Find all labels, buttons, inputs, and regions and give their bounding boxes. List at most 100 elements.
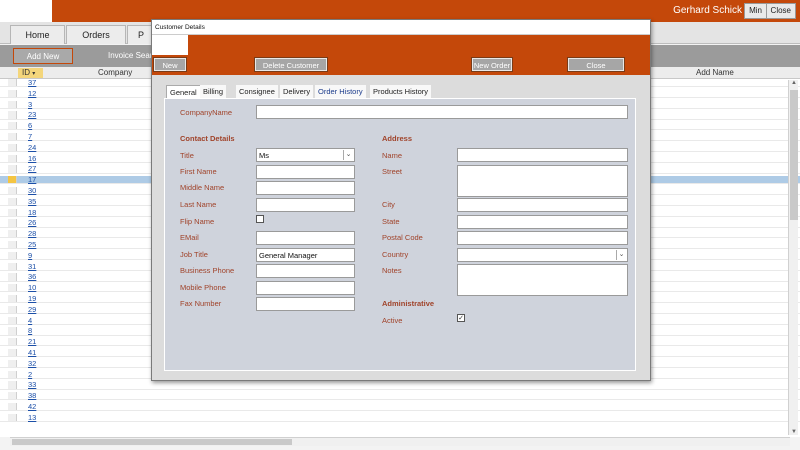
row-selector[interactable] <box>8 338 17 346</box>
tab-delivery[interactable]: Delivery <box>280 85 314 98</box>
tab-home[interactable]: Home <box>10 25 65 44</box>
table-row[interactable]: 42 <box>0 402 800 412</box>
column-header-add-name[interactable]: Add Name <box>696 68 734 77</box>
scroll-down-icon[interactable]: ▼ <box>791 429 797 435</box>
row-id-link[interactable]: 4 <box>28 316 32 325</box>
row-id-link[interactable]: 41 <box>28 348 36 357</box>
column-header-company[interactable]: Company <box>98 68 132 77</box>
state-field[interactable] <box>457 215 628 229</box>
first-name-field[interactable] <box>256 165 355 179</box>
row-id-link[interactable]: 36 <box>28 272 36 281</box>
tab-consignee[interactable]: Consignee <box>236 85 278 98</box>
row-id-link[interactable]: 33 <box>28 380 36 389</box>
business-phone-field[interactable] <box>256 264 355 278</box>
row-selector[interactable] <box>8 273 17 281</box>
row-selector[interactable] <box>8 295 17 303</box>
row-selector[interactable] <box>8 349 17 357</box>
row-id-link[interactable]: 42 <box>28 402 36 411</box>
row-selector[interactable] <box>8 154 17 162</box>
row-id-link[interactable]: 10 <box>28 283 36 292</box>
row-id-link[interactable]: 24 <box>28 143 36 152</box>
row-selector[interactable] <box>8 241 17 249</box>
row-id-link[interactable]: 37 <box>28 78 36 87</box>
row-id-link[interactable]: 13 <box>28 413 36 422</box>
notes-field[interactable] <box>457 264 628 296</box>
tab-order-history[interactable]: Order History <box>315 85 366 98</box>
column-header-id[interactable]: ID ▾ <box>18 68 43 78</box>
row-id-link[interactable]: 7 <box>28 132 32 141</box>
row-id-link[interactable]: 32 <box>28 359 36 368</box>
fax-number-field[interactable] <box>256 297 355 311</box>
row-id-link[interactable]: 19 <box>28 294 36 303</box>
scroll-up-icon[interactable]: ▲ <box>791 80 797 86</box>
postal-code-field[interactable] <box>457 231 628 245</box>
title-select[interactable]: Ms ⌄ <box>256 148 355 162</box>
row-selector[interactable] <box>8 251 17 260</box>
row-id-link[interactable]: 12 <box>28 89 36 98</box>
add-new-button[interactable]: Add New <box>13 48 73 64</box>
new-order-button[interactable]: New Order <box>471 57 513 72</box>
row-id-link[interactable]: 38 <box>28 391 36 400</box>
row-selector[interactable] <box>8 197 17 206</box>
row-id-link[interactable]: 21 <box>28 337 36 346</box>
table-row[interactable]: 13 <box>0 413 800 423</box>
country-select[interactable]: ⌄ <box>457 248 628 262</box>
row-id-link[interactable]: 17 <box>28 175 36 184</box>
row-selector[interactable] <box>8 111 17 119</box>
active-checkbox[interactable]: ✓ <box>457 314 465 322</box>
row-selector[interactable] <box>8 100 17 108</box>
row-selector[interactable] <box>8 305 17 314</box>
row-selector[interactable] <box>8 230 17 238</box>
minimize-button[interactable]: Min <box>744 3 767 19</box>
row-id-link[interactable]: 29 <box>28 305 36 314</box>
row-selector[interactable] <box>8 381 17 389</box>
row-id-link[interactable]: 26 <box>28 218 36 227</box>
company-name-field[interactable] <box>256 105 628 119</box>
tab-general[interactable]: General <box>166 85 201 98</box>
row-selector[interactable] <box>8 208 17 216</box>
middle-name-field[interactable] <box>256 181 355 195</box>
row-id-link[interactable]: 28 <box>28 229 36 238</box>
row-id-link[interactable]: 9 <box>28 251 32 260</box>
vertical-scroll-thumb[interactable] <box>790 90 798 220</box>
row-id-link[interactable]: 27 <box>28 164 36 173</box>
row-selector[interactable] <box>8 392 17 400</box>
row-id-link[interactable]: 8 <box>28 326 32 335</box>
close-dialog-button[interactable]: Close <box>567 57 625 72</box>
table-row[interactable]: 33 <box>0 380 800 390</box>
row-selector[interactable] <box>8 219 17 227</box>
row-selector[interactable] <box>8 413 17 422</box>
row-id-link[interactable]: 31 <box>28 262 36 271</box>
row-selector[interactable] <box>8 316 17 324</box>
horizontal-scrollbar[interactable] <box>10 437 790 446</box>
row-id-link[interactable]: 25 <box>28 240 36 249</box>
mobile-phone-field[interactable] <box>256 281 355 295</box>
row-selector[interactable] <box>8 79 17 87</box>
row-selector[interactable] <box>8 143 17 152</box>
row-id-link[interactable]: 30 <box>28 186 36 195</box>
city-field[interactable] <box>457 198 628 212</box>
horizontal-scroll-thumb[interactable] <box>12 439 292 445</box>
row-selector[interactable] <box>8 176 17 184</box>
flip-name-checkbox[interactable] <box>256 215 264 223</box>
tab-orders[interactable]: Orders <box>66 25 126 44</box>
row-selector[interactable] <box>8 165 17 173</box>
delete-customer-button[interactable]: Delete Customer <box>254 57 328 72</box>
row-selector[interactable] <box>8 370 17 378</box>
row-id-link[interactable]: 23 <box>28 110 36 119</box>
row-selector[interactable] <box>8 284 17 292</box>
job-title-field[interactable]: General Manager <box>256 248 355 262</box>
close-app-button[interactable]: Close <box>765 3 796 19</box>
row-selector[interactable] <box>8 187 17 195</box>
row-selector[interactable] <box>8 262 17 270</box>
address-name-field[interactable] <box>457 148 628 162</box>
row-id-link[interactable]: 2 <box>28 370 32 379</box>
row-id-link[interactable]: 3 <box>28 100 32 109</box>
row-id-link[interactable]: 6 <box>28 121 32 130</box>
row-id-link[interactable]: 16 <box>28 154 36 163</box>
vertical-scrollbar[interactable]: ▲ ▼ <box>788 80 798 435</box>
row-id-link[interactable]: 35 <box>28 197 36 206</box>
row-selector[interactable] <box>8 89 17 98</box>
new-customer-button[interactable]: New <box>153 57 187 72</box>
last-name-field[interactable] <box>256 198 355 212</box>
